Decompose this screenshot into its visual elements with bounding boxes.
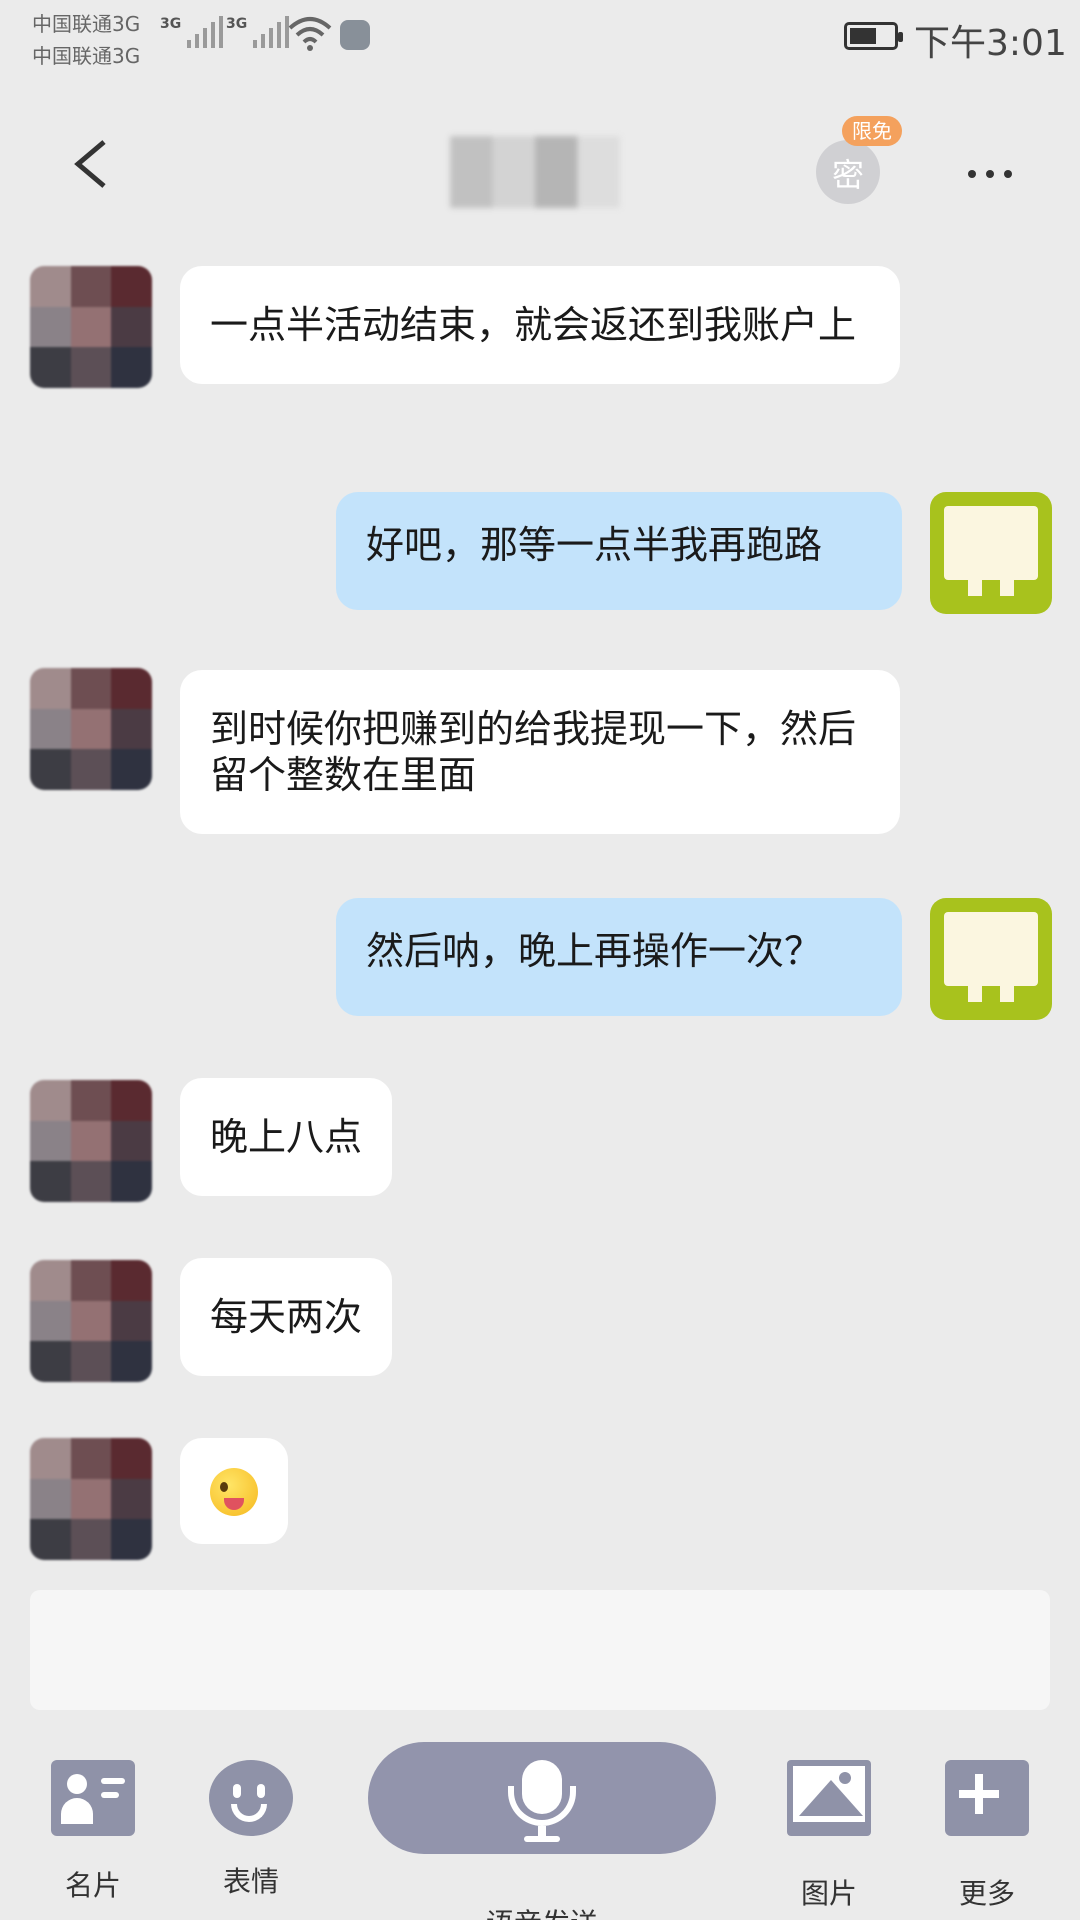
free-badge: 限免 <box>842 116 902 146</box>
incoming-message[interactable] <box>180 1438 288 1544</box>
emoji-button[interactable]: 表情 <box>196 1760 306 1900</box>
emoji-label: 表情 <box>222 1865 279 1898</box>
winking-tongue-emoji-icon <box>210 1467 258 1516</box>
secret-chat-button[interactable]: 密 <box>816 140 880 204</box>
carrier-label-2: 中国联通3G <box>32 44 141 68</box>
voice-send-label: 语音发送 <box>370 1902 714 1920</box>
signal-icon: 3G <box>226 16 290 48</box>
incoming-message[interactable]: 一点半活动结束，就会返还到我账户上 <box>180 266 900 384</box>
incoming-message[interactable]: 晚上八点 <box>180 1078 393 1196</box>
contact-card-icon <box>51 1760 135 1836</box>
app-notification-icon <box>340 20 370 50</box>
image-label: 图片 <box>800 1877 857 1910</box>
contact-avatar[interactable] <box>30 1260 152 1382</box>
self-avatar[interactable] <box>930 898 1052 1020</box>
self-avatar[interactable] <box>930 492 1052 614</box>
contact-name-title <box>450 136 620 208</box>
contact-avatar[interactable] <box>30 1438 152 1560</box>
more-options-button[interactable] <box>960 148 1020 198</box>
input-toolbar: 名片 表情 语音发送 图片 更多 <box>0 1730 1080 1920</box>
contact-avatar[interactable] <box>30 1080 152 1202</box>
chat-header: 密 限免 <box>0 78 1080 250</box>
contact-avatar[interactable] <box>30 266 152 388</box>
incoming-message[interactable]: 到时候你把赚到的给我提现一下，然后留个整数在里面 <box>180 670 900 834</box>
outgoing-message[interactable]: 好吧，那等一点半我再跑路 <box>336 492 902 610</box>
back-arrow-icon <box>74 140 106 188</box>
incoming-message[interactable]: 每天两次 <box>180 1258 393 1376</box>
back-button[interactable] <box>60 128 120 198</box>
message-input[interactable] <box>30 1590 1050 1710</box>
wifi-icon <box>288 17 332 51</box>
business-card-label: 名片 <box>64 1869 121 1902</box>
signal-icon: 3G <box>160 16 224 48</box>
outgoing-message[interactable]: 然后呐，晚上再操作一次？ <box>336 898 902 1016</box>
image-icon <box>787 1760 871 1836</box>
carrier-label-1: 中国联通3G <box>32 12 141 36</box>
contact-avatar[interactable] <box>30 668 152 790</box>
plus-icon <box>945 1760 1029 1836</box>
voice-send-button[interactable] <box>368 1742 716 1854</box>
battery-icon <box>844 22 903 50</box>
image-button[interactable]: 图片 <box>774 1760 884 1912</box>
smiley-icon <box>209 1760 293 1836</box>
business-card-button[interactable]: 名片 <box>38 1760 148 1904</box>
status-bar: 中国联通3G 中国联通3G 3G 3G 下午3:01 <box>0 0 1080 78</box>
more-button[interactable]: 更多 <box>932 1760 1042 1912</box>
message-list[interactable]: 一点半活动结束，就会返还到我账户上 好吧，那等一点半我再跑路 到时候你把赚到的给… <box>0 250 1080 1580</box>
more-label: 更多 <box>958 1877 1015 1910</box>
clock: 下午3:01 <box>914 23 1067 64</box>
secret-chat-char: 密 <box>831 156 864 194</box>
